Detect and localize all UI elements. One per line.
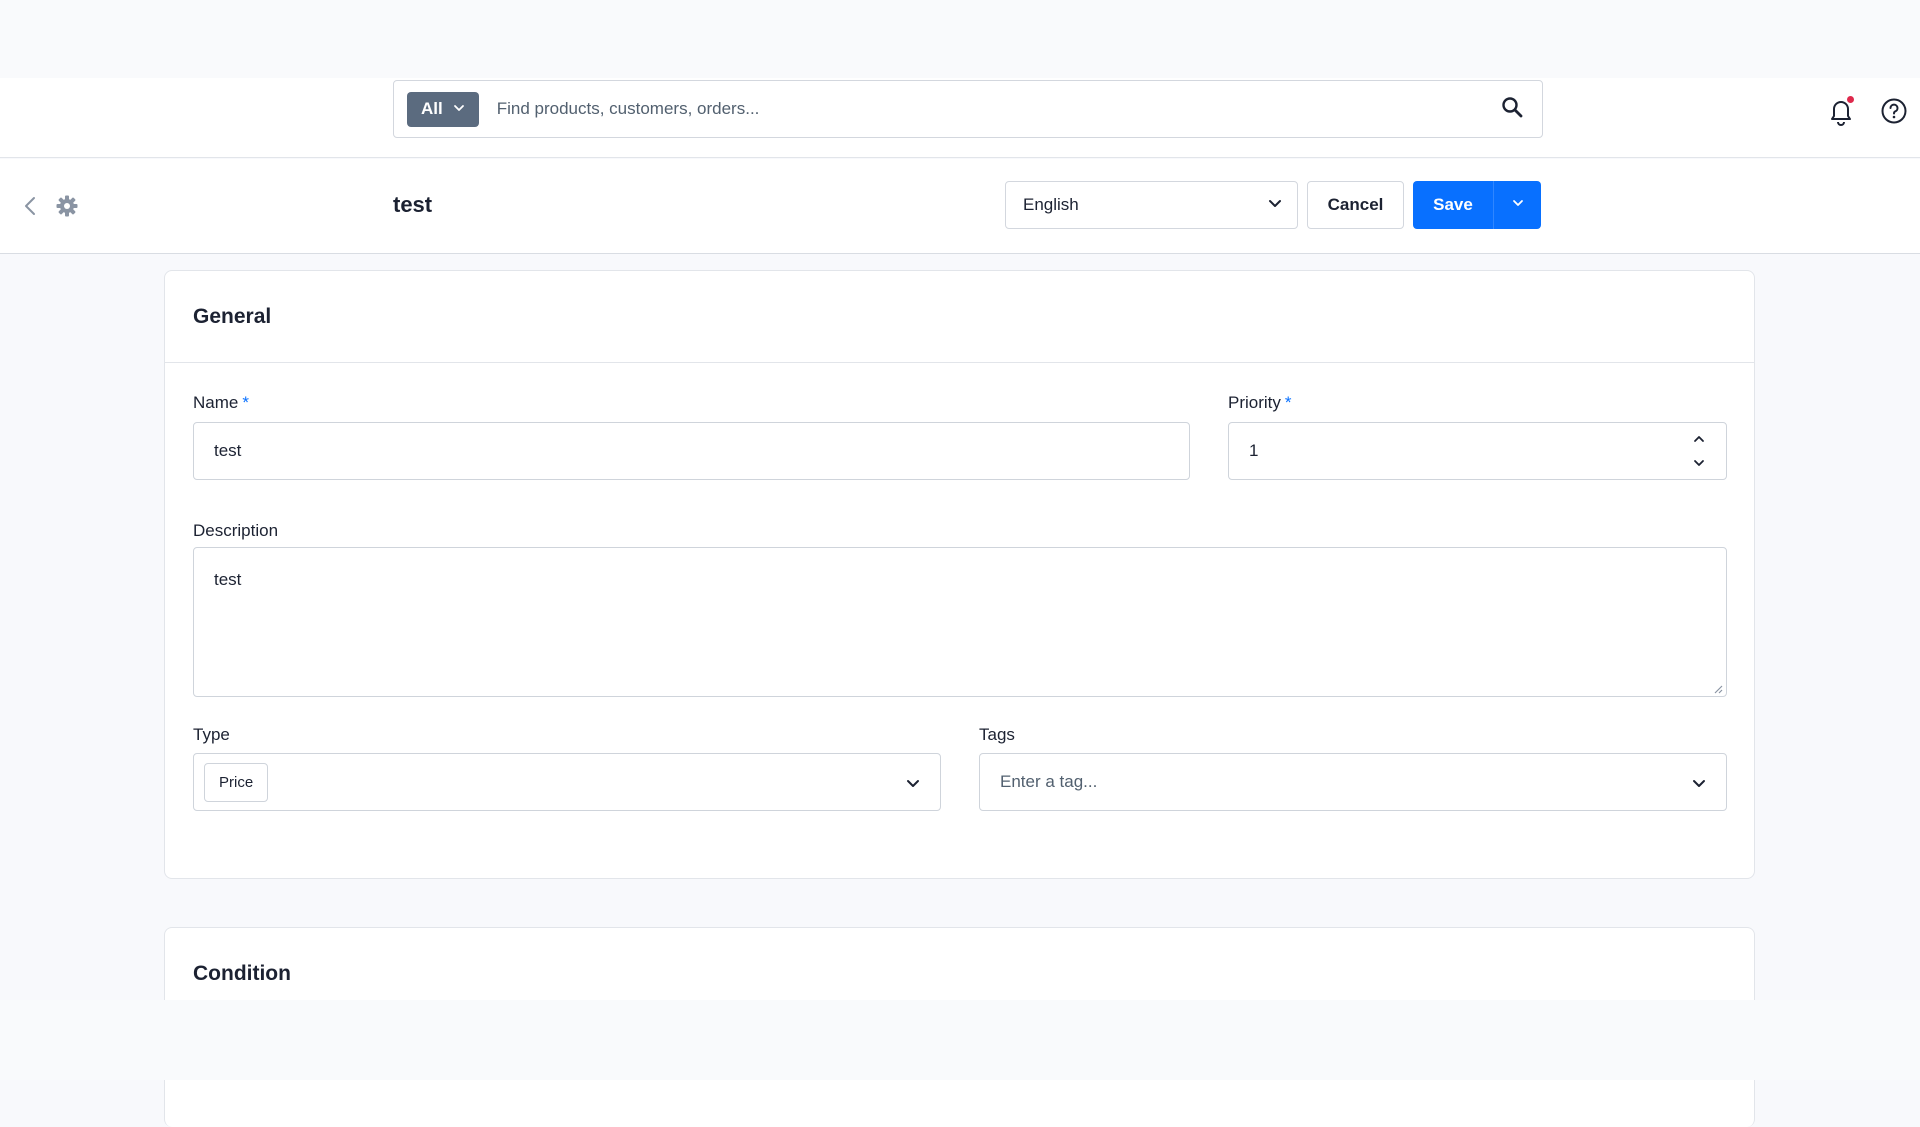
search-input[interactable]	[496, 81, 1482, 137]
notifications-button[interactable]	[1827, 96, 1855, 126]
language-select[interactable]: English	[1005, 181, 1298, 229]
cancel-button[interactable]: Cancel	[1307, 181, 1404, 229]
tags-placeholder: Enter a tag...	[1000, 772, 1098, 791]
page-title: test	[393, 192, 433, 217]
search-type-label: All	[421, 99, 443, 118]
chevron-down-icon	[904, 774, 922, 792]
search-icon	[1501, 96, 1523, 123]
required-marker: *	[242, 393, 249, 412]
type-chip-label: Price	[219, 773, 254, 791]
language-value: English	[1023, 195, 1079, 214]
search-button[interactable]	[1482, 81, 1542, 137]
top-band	[0, 0, 1920, 78]
priority-increment-button[interactable]	[1688, 429, 1710, 449]
required-marker: *	[1284, 393, 1292, 412]
smart-bar: test English Cancel Save	[0, 159, 1920, 254]
type-select[interactable]: Price	[193, 753, 941, 811]
settings-button[interactable]	[55, 194, 79, 218]
search-type-dropdown[interactable]: All	[407, 91, 479, 127]
tags-label: Tags	[979, 725, 1015, 744]
bottom-band	[0, 1000, 1920, 1080]
save-options-button[interactable]	[1493, 181, 1541, 229]
priority-stepper	[1688, 429, 1710, 473]
general-card-header: General	[165, 271, 1754, 363]
description-field[interactable]: test	[193, 547, 1727, 697]
save-button[interactable]: Save	[1413, 181, 1493, 229]
priority-label: Priority *	[1228, 393, 1292, 413]
type-label: Type	[193, 725, 230, 744]
help-icon	[1880, 98, 1908, 129]
chevron-down-icon	[1267, 195, 1283, 216]
description-label: Description	[193, 521, 279, 540]
condition-card-title: Condition	[193, 962, 291, 985]
global-search: All	[393, 80, 1543, 138]
chevron-down-icon	[1690, 774, 1708, 792]
back-button[interactable]	[20, 194, 42, 218]
bell-icon	[1827, 101, 1855, 130]
general-card-title: General	[193, 305, 272, 328]
chevron-down-icon	[1511, 196, 1525, 215]
tags-select[interactable]: Enter a tag...	[979, 753, 1727, 811]
name-field[interactable]	[193, 422, 1190, 480]
name-label: Name *	[193, 393, 249, 413]
priority-label-text: Priority	[1228, 393, 1281, 412]
general-card: General Name* Priority* Description test…	[164, 270, 1755, 879]
type-chip[interactable]: Price	[204, 762, 269, 802]
help-button[interactable]	[1880, 97, 1908, 125]
chevron-down-icon	[453, 99, 465, 119]
textarea-resize-handle[interactable]	[1711, 681, 1723, 694]
notification-dot	[1847, 96, 1854, 103]
priority-decrement-button[interactable]	[1688, 453, 1710, 473]
gear-icon	[55, 195, 79, 222]
name-label-text: Name	[193, 393, 239, 412]
priority-field[interactable]	[1228, 422, 1727, 480]
app-header: All	[0, 78, 1920, 158]
back-arrow-icon	[20, 197, 42, 222]
